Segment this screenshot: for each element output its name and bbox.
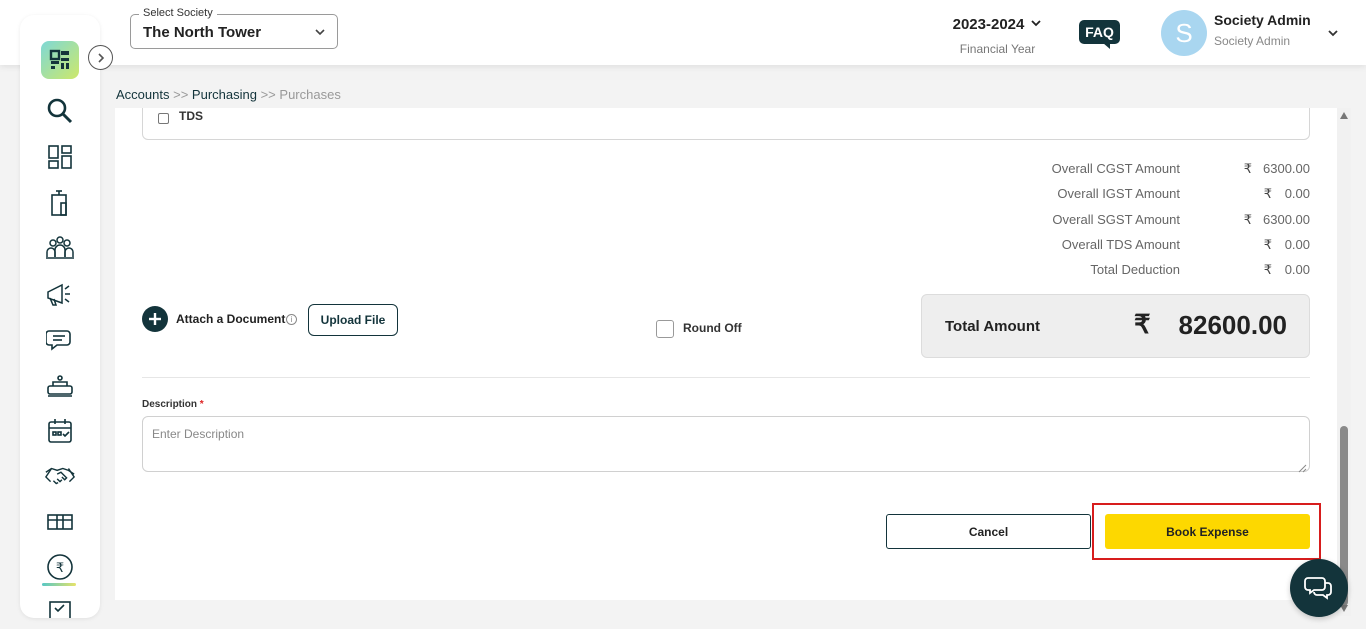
summary-value: 0.00	[1284, 262, 1310, 277]
rupee-icon: ₹	[1243, 161, 1252, 176]
breadcrumb-accounts[interactable]: Accounts	[116, 87, 169, 102]
user-menu-chevron-icon[interactable]	[1326, 26, 1340, 45]
summary-value: 0.00	[1284, 237, 1310, 252]
description-label: Description *	[142, 399, 204, 410]
sidebar-toggle-button[interactable]	[88, 45, 113, 70]
upload-file-button[interactable]: Upload File	[308, 304, 398, 336]
chat-support-button[interactable]	[1290, 559, 1348, 617]
summary-row-tds: Overall TDS Amount ₹ 0.00	[910, 237, 1310, 255]
summary-row-igst: Overall IGST Amount ₹ 0.00	[910, 186, 1310, 204]
active-indicator	[42, 583, 76, 586]
rupee-icon: ₹	[1263, 186, 1272, 201]
required-marker: *	[199, 399, 204, 410]
rupee-icon[interactable]: ₹	[44, 551, 76, 583]
svg-text:₹: ₹	[56, 561, 64, 576]
summary-label: Overall IGST Amount	[1057, 186, 1180, 201]
inventory-icon[interactable]	[44, 505, 76, 537]
search-icon[interactable]	[44, 95, 76, 127]
summary-row-sgst: Overall SGST Amount ₹ 6300.00	[910, 212, 1310, 230]
description-label-text: Description	[142, 399, 198, 410]
society-select[interactable]: Select Society The North Tower	[130, 7, 338, 49]
handshake-icon[interactable]	[44, 460, 76, 492]
building-icon[interactable]	[44, 187, 76, 219]
calendar-icon[interactable]	[44, 415, 76, 447]
financial-year-label: Financial Year	[959, 42, 1036, 56]
user-name: Society Admin	[1214, 12, 1311, 28]
facility-icon[interactable]	[44, 369, 76, 401]
summary-value: 6300.00	[1263, 212, 1310, 227]
dashboard-icon[interactable]	[44, 141, 76, 173]
financial-year-value: 2023-2024	[952, 16, 1025, 33]
book-expense-button[interactable]: Book Expense	[1105, 514, 1310, 549]
breadcrumb-separator: >>	[260, 87, 276, 102]
financial-year-selector[interactable]: 2023-2024 Financial Year	[940, 16, 1055, 56]
breadcrumb-purchases: Purchases	[279, 87, 341, 102]
rupee-icon: ₹	[1134, 309, 1151, 339]
divider	[142, 377, 1310, 378]
logo-icon[interactable]	[41, 41, 79, 79]
sidebar: ₹	[20, 15, 100, 618]
chevron-down-icon	[1030, 16, 1042, 33]
top-header: Select Society The North Tower 2023-2024…	[0, 0, 1366, 65]
summary-label: Overall CGST Amount	[1051, 161, 1180, 176]
tds-checkbox[interactable]	[158, 113, 169, 124]
summary-label: Total Deduction	[1090, 262, 1180, 277]
tds-label: TDS	[179, 109, 203, 123]
society-select-value: The North Tower	[143, 24, 262, 41]
scroll-up-arrow-icon[interactable]	[1340, 112, 1348, 119]
rupee-icon: ₹	[1243, 212, 1252, 227]
scrollbar[interactable]	[1337, 108, 1351, 616]
avatar[interactable]: S	[1161, 10, 1207, 56]
user-role: Society Admin	[1214, 34, 1291, 48]
summary-label: Overall TDS Amount	[1061, 237, 1180, 252]
breadcrumb: Accounts >> Purchasing >> Purchases	[116, 87, 341, 102]
total-amount-box: Total Amount ₹ 82600.00	[921, 294, 1310, 358]
tds-section: TDS	[142, 108, 1310, 140]
purchase-form: TDS Overall CGST Amount ₹ 6300.00 Overal…	[115, 108, 1340, 600]
chat-bubbles-icon	[1304, 577, 1332, 600]
add-document-button[interactable]	[142, 306, 168, 332]
resize-grip-icon[interactable]	[1298, 460, 1307, 478]
total-amount-value: 82600.00	[1178, 310, 1287, 340]
info-icon[interactable]: i	[286, 314, 297, 325]
round-off-checkbox[interactable]	[656, 320, 674, 338]
faq-bubble-tail	[1103, 43, 1110, 49]
summary-label: Overall SGST Amount	[1052, 212, 1180, 227]
breadcrumb-purchasing[interactable]: Purchasing	[192, 87, 257, 102]
rupee-icon: ₹	[1263, 237, 1272, 252]
members-icon[interactable]	[44, 232, 76, 264]
description-input[interactable]	[142, 416, 1310, 472]
summary-value: 0.00	[1284, 186, 1310, 201]
round-off-label: Round Off	[683, 321, 742, 335]
summary-value: 6300.00	[1263, 161, 1310, 176]
attach-document-label: Attach a Document	[176, 312, 286, 326]
summary-row-deduction: Total Deduction ₹ 0.00	[910, 262, 1310, 280]
cancel-button[interactable]: Cancel	[886, 514, 1091, 549]
breadcrumb-separator: >>	[173, 87, 189, 102]
chat-icon[interactable]	[44, 324, 76, 356]
chevron-down-icon	[313, 25, 327, 44]
checklist-icon[interactable]	[44, 593, 76, 618]
summary-row-cgst: Overall CGST Amount ₹ 6300.00	[910, 161, 1310, 179]
total-amount-label: Total Amount	[945, 318, 1040, 335]
rupee-icon: ₹	[1263, 262, 1272, 277]
society-select-legend: Select Society	[139, 7, 217, 19]
announcement-icon[interactable]	[44, 278, 76, 310]
plus-icon	[149, 313, 161, 325]
faq-button[interactable]: FAQ	[1079, 20, 1120, 44]
